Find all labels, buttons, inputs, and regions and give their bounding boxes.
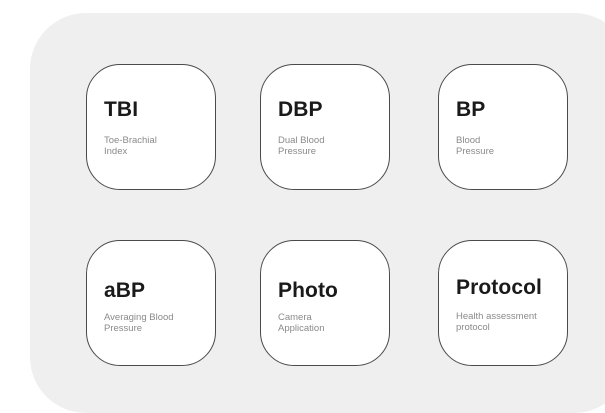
bp-tile[interactable]: BP Blood Pressure — [438, 64, 568, 190]
tile-description: Health assessment protocol — [456, 311, 537, 333]
tile-description: Blood Pressure — [456, 135, 495, 157]
tile-description: Toe-Brachial Index — [104, 135, 157, 157]
abp-tile[interactable]: aBP Averaging Blood Pressure — [86, 240, 216, 366]
tbi-tile[interactable]: TBI Toe-Brachial Index — [86, 64, 216, 190]
tile-title: TBI — [104, 98, 139, 121]
dbp-tile[interactable]: DBP Dual Blood Pressure — [260, 64, 390, 190]
tile-title: Protocol — [456, 276, 542, 299]
tile-description: Averaging Blood Pressure — [104, 312, 174, 334]
protocol-tile[interactable]: Protocol Health assessment protocol — [438, 240, 568, 366]
tile-title: BP — [456, 98, 486, 121]
tile-description: Dual Blood Pressure — [278, 135, 325, 157]
tile-title: DBP — [278, 98, 323, 121]
photo-tile[interactable]: Photo Camera Application — [260, 240, 390, 366]
tile-title: aBP — [104, 279, 146, 302]
tile-title: Photo — [278, 279, 338, 302]
tile-description: Camera Application — [278, 312, 325, 334]
